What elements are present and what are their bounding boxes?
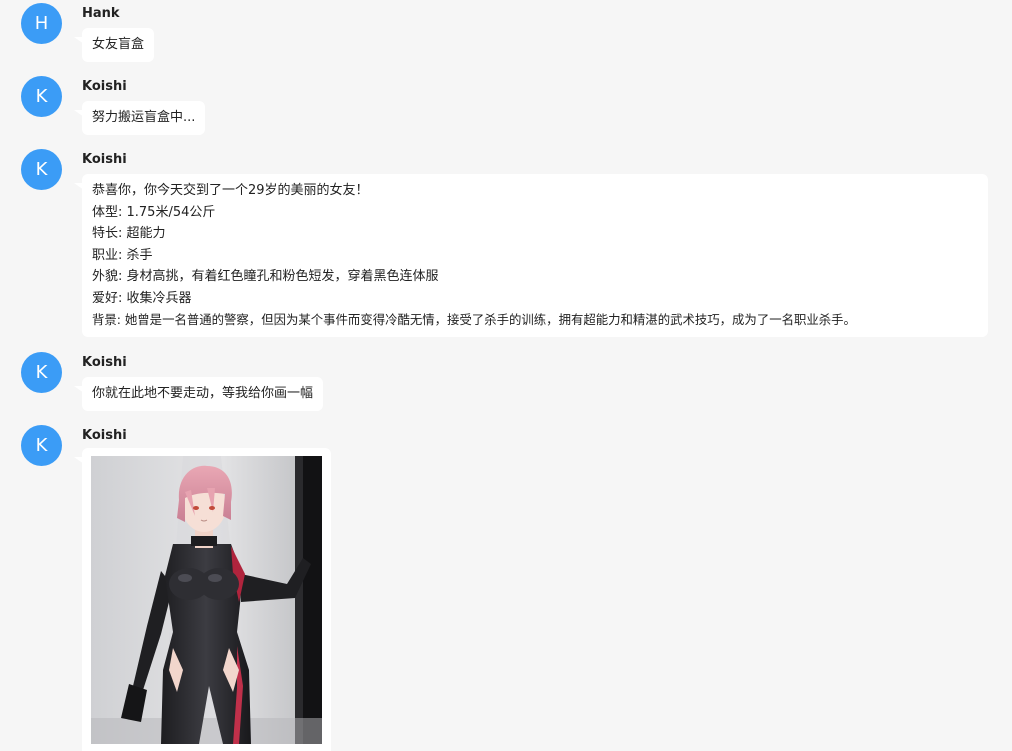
message-bubble[interactable]: 恭喜你，你今天交到了一个29岁的美丽的女友！ 体型: 1.75米/54公斤 特长… xyxy=(74,174,988,337)
message-line: 体型: 1.75米/54公斤 xyxy=(92,204,216,220)
message-line: 爱好: 收集冷兵器 xyxy=(92,290,192,306)
sender-name: Koishi xyxy=(82,428,127,443)
avatar[interactable]: K xyxy=(21,149,62,190)
avatar[interactable]: K xyxy=(21,76,62,117)
chat-thread: H Hank 女友盲盒 K Koishi 努力搬运盲盒中... K Koishi… xyxy=(0,0,1012,751)
message-bubble[interactable] xyxy=(74,448,331,751)
generated-image[interactable] xyxy=(91,456,322,744)
sender-name: Hank xyxy=(82,6,120,21)
avatar[interactable]: H xyxy=(21,3,62,44)
message-bubble[interactable]: 你就在此地不要走动，等我给你画一幅 xyxy=(73,377,324,411)
message-line: 背景: 她曾是一名普通的警察，但因为某个事件而变得冷酷无情，接受了杀手的训练，拥… xyxy=(92,312,856,327)
sender-name: Koishi xyxy=(82,355,127,370)
avatar[interactable]: K xyxy=(21,352,62,393)
message-line: 外貌: 身材高挑，有着红色瞳孔和粉色短发，穿着黑色连体服 xyxy=(92,269,439,284)
message-line: 职业: 杀手 xyxy=(92,247,153,263)
message-line: 恭喜你，你今天交到了一个29岁的美丽的女友！ xyxy=(92,183,369,198)
message-bubble[interactable]: 努力搬运盲盒中... xyxy=(73,101,206,135)
message-line: 特长: 超能力 xyxy=(92,226,166,241)
sender-name: Koishi xyxy=(82,79,127,94)
message-bubble[interactable]: 女友盲盒 xyxy=(73,28,155,62)
avatar[interactable]: K xyxy=(21,425,62,466)
sender-name: Koishi xyxy=(82,152,127,167)
